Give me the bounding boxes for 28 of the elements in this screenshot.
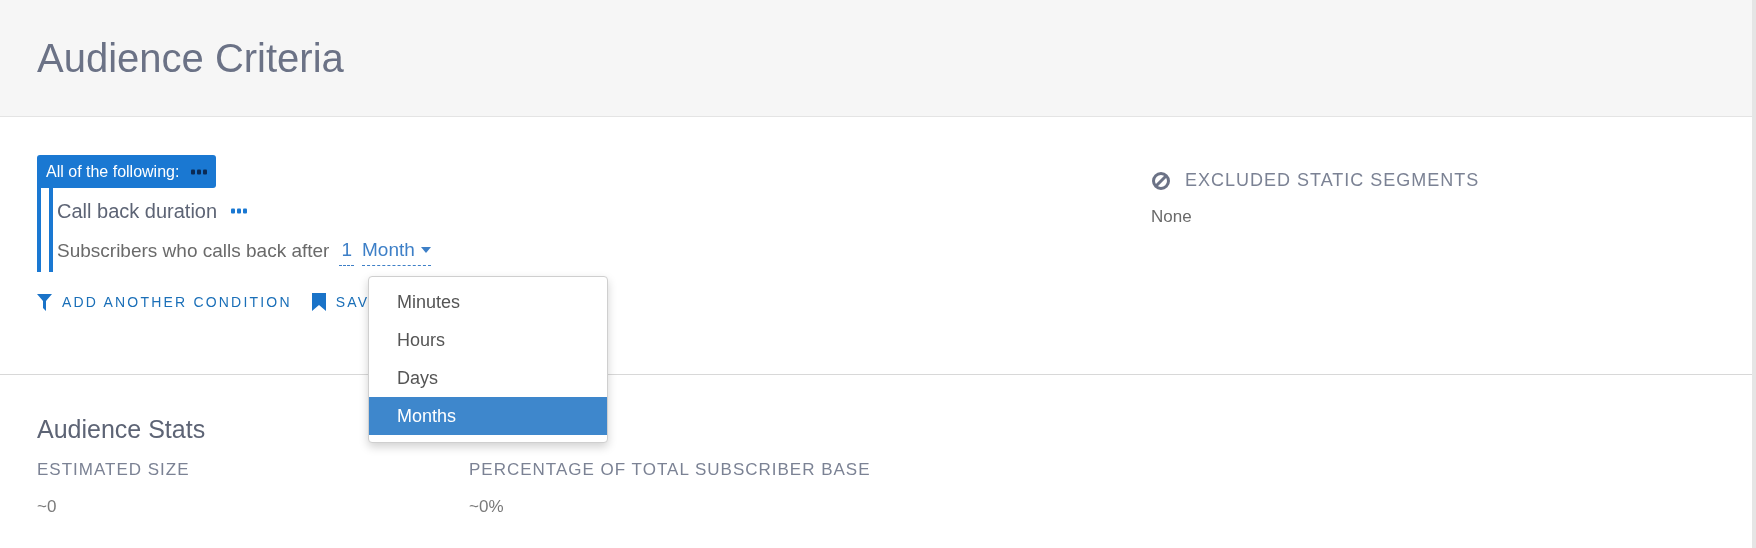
action-link[interactable]: SAV	[311, 291, 370, 313]
condition-title: Call back duration	[57, 199, 218, 224]
excluded-value: None	[1151, 206, 1193, 228]
page-title: Audience Criteria	[37, 35, 344, 82]
action-link[interactable]: ADD ANOTHER CONDITION	[37, 291, 292, 313]
more-icon[interactable]	[191, 168, 208, 175]
condition-sentence: Subscribers who calls back after	[57, 238, 330, 263]
caret-icon	[420, 247, 431, 254]
blocked-icon	[1151, 170, 1171, 191]
filter-icon	[37, 293, 52, 311]
stat-value: ~0%	[469, 496, 505, 518]
action-label: ADD ANOTHER CONDITION	[62, 292, 292, 312]
bookmark-icon	[311, 293, 326, 311]
amount-field[interactable]: 1	[339, 236, 355, 266]
menu-option[interactable]: Hours	[369, 321, 608, 359]
unit-dropdown[interactable]: Month	[362, 236, 431, 266]
menu-option[interactable]: Minutes	[369, 283, 608, 321]
menu-option[interactable]: Days	[369, 359, 608, 397]
stat-value: ~0	[37, 496, 58, 518]
stats-title: Audience Stats	[37, 414, 206, 445]
stat-label: PERCENTAGE OF TOTAL SUBSCRIBER BASE	[469, 458, 872, 481]
more-icon[interactable]	[231, 208, 248, 214]
group-label: All of the following:	[46, 161, 180, 182]
stat-label: ESTIMATED SIZE	[37, 458, 191, 481]
excluded-title: EXCLUDED STATIC SEGMENTS	[1185, 169, 1480, 192]
menu-option[interactable]: Months	[369, 397, 608, 435]
group-badge[interactable]: All of the following:	[37, 155, 217, 188]
action-label: SAV	[335, 292, 370, 312]
